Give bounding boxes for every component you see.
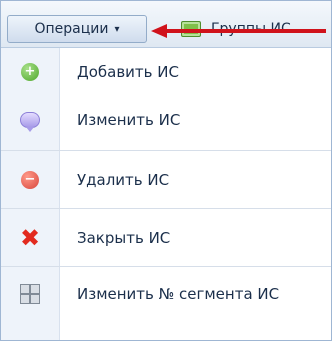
- menu-separator: [1, 150, 331, 151]
- menu-item-label: Добавить ИС: [77, 63, 179, 81]
- menu-item-label: Изменить ИС: [77, 111, 181, 129]
- operations-window: Операции ▾ Группы ИС + Добавить ИС Измен…: [0, 0, 332, 341]
- groups-icon: [181, 21, 201, 37]
- menu-item-label: Удалить ИС: [77, 171, 170, 189]
- groups-button-label: Группы ИС: [211, 21, 291, 37]
- add-circle-icon: +: [21, 63, 39, 81]
- menu-separator: [1, 208, 331, 209]
- operations-button-label: Операции: [34, 21, 109, 37]
- menu-item-add[interactable]: + Добавить ИС: [1, 48, 331, 96]
- menu-item-edit[interactable]: Изменить ИС: [1, 96, 331, 144]
- menu-item-label: Закрыть ИС: [77, 229, 171, 247]
- menu-item-close[interactable]: ✖ Закрыть ИС: [1, 214, 331, 262]
- operations-dropdown-button[interactable]: Операции ▾: [7, 15, 147, 43]
- close-x-icon: ✖: [19, 224, 41, 252]
- operations-dropdown-menu: + Добавить ИС Изменить ИС − Удалить ИС ✖…: [1, 48, 331, 340]
- groups-button[interactable]: Группы ИС: [181, 15, 331, 43]
- menu-item-change-segment[interactable]: Изменить № сегмента ИС: [1, 270, 331, 318]
- segments-icon: [19, 283, 41, 305]
- toolbar: Операции ▾ Группы ИС: [1, 1, 331, 48]
- menu-item-delete[interactable]: − Удалить ИС: [1, 156, 331, 204]
- menu-separator: [1, 266, 331, 267]
- remove-circle-icon: −: [21, 171, 39, 189]
- menu-item-label: Изменить № сегмента ИС: [77, 285, 280, 303]
- edit-speech-bubble-icon: [20, 112, 40, 132]
- chevron-down-icon: ▾: [114, 23, 120, 35]
